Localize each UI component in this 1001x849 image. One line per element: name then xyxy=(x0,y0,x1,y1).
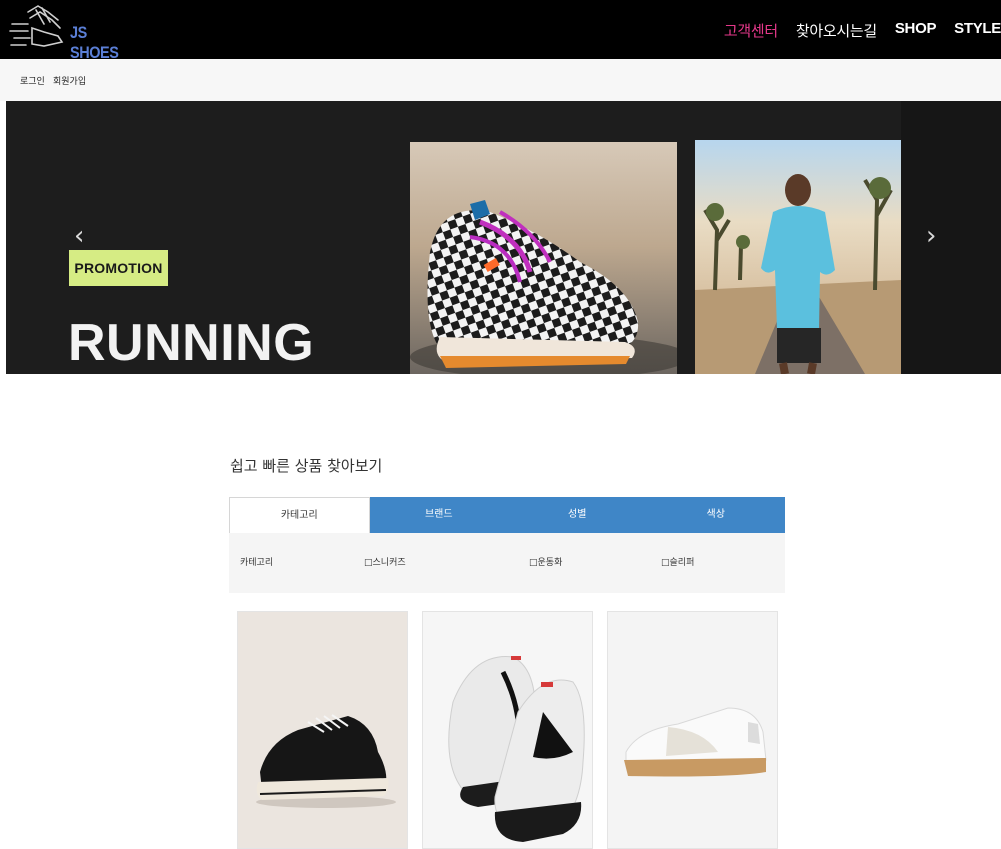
brand-name: JS SHOES xyxy=(70,23,119,62)
hero-title: RUNNING xyxy=(68,314,315,372)
logo[interactable]: JS SHOES xyxy=(8,2,148,62)
product-image-converse xyxy=(238,612,407,848)
product-card[interactable] xyxy=(237,611,408,849)
signup-link[interactable]: 회원가입 xyxy=(53,74,86,87)
product-image-samba xyxy=(608,612,777,848)
nav-customer-center[interactable]: 고객센터 xyxy=(724,20,778,42)
hero-prev-arrow-icon[interactable]: ‹ xyxy=(74,221,84,251)
tab-color[interactable]: 색상 xyxy=(646,497,785,533)
tab-gender[interactable]: 성별 xyxy=(508,497,647,533)
nav-shop[interactable]: SHOP xyxy=(895,20,937,42)
filter-option-running-shoes[interactable]: □운동화 xyxy=(529,555,562,568)
product-card[interactable] xyxy=(607,611,778,849)
quick-search-title: 쉽고 빠른 상품 찾아보기 xyxy=(230,457,383,475)
nav-directions[interactable]: 찾아오시는길 xyxy=(796,20,877,42)
running-shoe-logo-icon xyxy=(9,5,64,47)
hero-runner-image xyxy=(695,140,901,374)
hero-banner: ‹ PROMOTION RUNNING › xyxy=(6,101,1001,374)
nav-style[interactable]: STYLE xyxy=(954,20,1001,42)
hero-next-arrow-icon[interactable]: › xyxy=(926,221,936,251)
category-filter-panel: 카테고리 □스니커즈 □운동화 □슬리퍼 xyxy=(229,533,785,593)
promotion-badge: PROMOTION xyxy=(69,250,168,286)
filter-option-slippers[interactable]: □슬리퍼 xyxy=(661,555,694,568)
hero-next-slide-preview xyxy=(901,101,1001,374)
account-bar: 로그인 회원가입 xyxy=(0,59,1001,101)
main-nav: 고객센터 찾아오시는길 SHOP STYLE xyxy=(724,20,1001,42)
filter-label: 카테고리 xyxy=(240,558,274,568)
login-link[interactable]: 로그인 xyxy=(20,74,45,87)
quick-search-tabs: 카테고리 브랜드 성별 색상 xyxy=(229,497,785,533)
product-card[interactable] xyxy=(422,611,593,849)
hero-shoe-image xyxy=(410,142,677,374)
tab-category[interactable]: 카테고리 xyxy=(229,497,370,533)
filter-option-sneakers[interactable]: □스니커즈 xyxy=(364,555,406,568)
top-header: JS SHOES 고객센터 찾아오시는길 SHOP STYLE xyxy=(0,0,1001,62)
tab-brand[interactable]: 브랜드 xyxy=(369,497,508,533)
product-image-nike xyxy=(423,612,592,848)
